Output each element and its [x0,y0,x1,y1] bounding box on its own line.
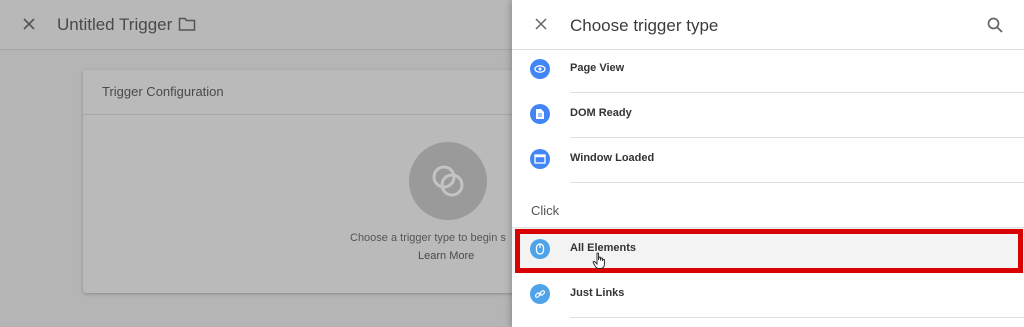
divider [83,114,523,115]
trigger-item-just-links[interactable]: Just Links [512,273,1024,318]
trigger-item-dom-ready[interactable]: DOM Ready [512,93,1024,138]
divider [570,182,1024,183]
trigger-item-label: Just Links [570,287,625,299]
trigger-item-window-loaded[interactable]: Window Loaded [512,138,1024,183]
document-icon [530,104,550,124]
trigger-placeholder-icon [432,165,464,197]
choose-trigger-panel: Choose trigger type Page View DOM Ready … [512,0,1024,327]
trigger-item-label: Window Loaded [570,152,655,164]
eye-icon [530,59,550,79]
search-icon[interactable] [986,16,1004,34]
trigger-item-page-view[interactable]: Page View [512,48,1024,93]
divider [570,317,1024,318]
panel-header: Choose trigger type [512,0,1024,50]
learn-more-link[interactable]: Learn More [418,250,474,262]
trigger-placeholder[interactable] [409,142,487,220]
link-icon [530,284,550,304]
window-icon [530,149,550,169]
trigger-item-label: Page View [570,62,625,74]
trigger-name[interactable]: Untitled Trigger [57,15,172,35]
card-title: Trigger Configuration [102,84,224,99]
hand-cursor-icon [592,252,605,269]
close-icon[interactable] [533,16,549,32]
trigger-configuration-card[interactable]: Trigger Configuration Choose a trigger t… [83,70,523,293]
hint-text: Choose a trigger type to begin s [350,232,506,244]
panel-title: Choose trigger type [570,16,719,35]
editor-header: Untitled Trigger [0,0,512,50]
section-label-click: Click [531,203,560,218]
folder-icon[interactable] [178,16,196,32]
close-icon[interactable] [20,15,38,33]
trigger-item-label: DOM Ready [570,107,632,119]
